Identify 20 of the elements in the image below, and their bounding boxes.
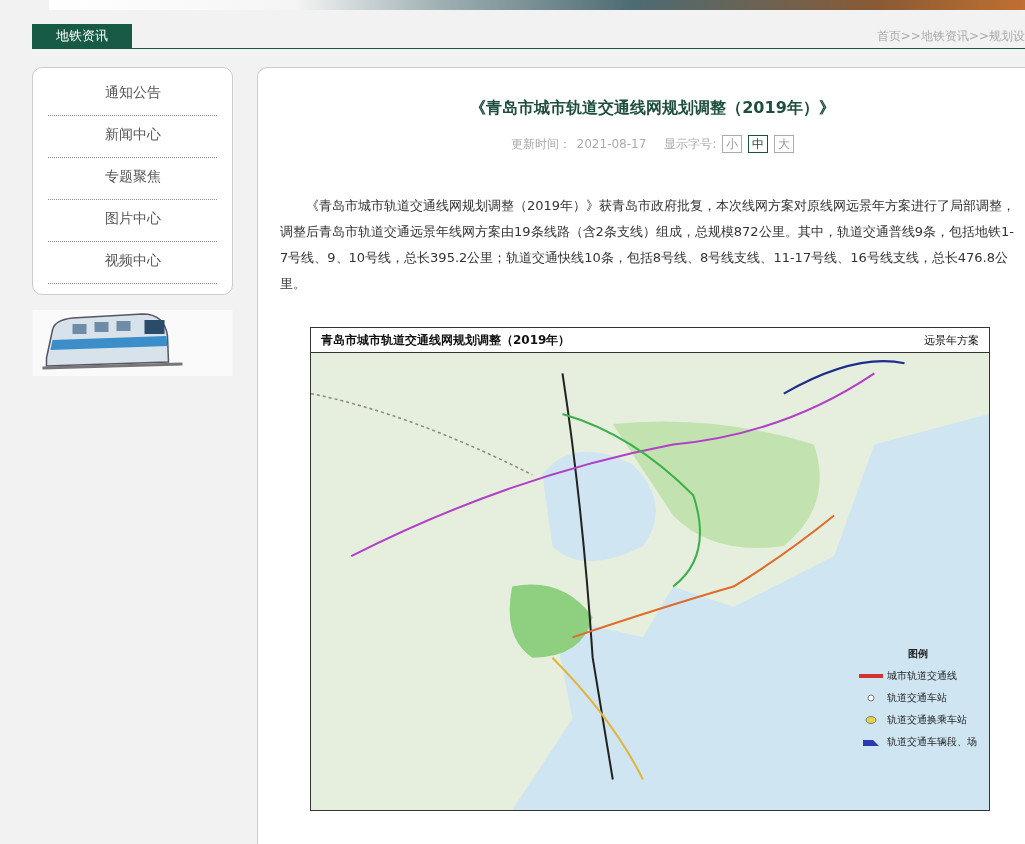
map-title: 青岛市城市轨道交通线网规划调整（2019年） [321,331,571,349]
legend-label: 城市轨道交通线 [887,669,957,683]
sidebar-item[interactable]: 新闻中心 [48,116,217,158]
legend-label: 轨道交通车辆段、场 [887,735,977,749]
legend-label: 轨道交通车站 [887,691,947,705]
font-size-label: 显示字号: [664,135,717,153]
font-size-button[interactable]: 中 [748,135,769,153]
sidebar-item[interactable]: 图片中心 [48,200,217,242]
breadcrumb: 首页>>地铁资讯>>规划设 [876,28,1025,45]
update-label: 更新时间： [510,135,571,153]
sidebar-item[interactable]: 专题聚焦 [48,158,217,200]
legend-title: 图例 [907,647,929,661]
section-tab[interactable]: 地铁资讯 [32,24,132,48]
sidebar-item[interactable]: 视频中心 [48,242,217,284]
sidebar-item[interactable]: 通知公告 [48,74,217,116]
article-title: 《青岛市城市轨道交通线网规划调整（2019年）》 [469,98,836,119]
map-subtitle: 远景年方案 [924,332,979,348]
article-paragraph: 《青岛市城市轨道交通线网规划调整（2019年）》获青岛市政府批复，本次线网方案对原线网远景年方案进行了局部调整，调整后青岛市轨道交通远景年线网方案由19条线路（含2条支线）组成，总规模872公里。其中，轨道交通普线9条，包括地铁1-7号线、9、10号线，总长395.2公里；轨道交通快线10条，包括8号线、8号线支线、11-17号线、16号线支线，总长476.8公里。 [280,197,1016,293]
legend-label: 轨道交通换乘车站 [887,713,967,727]
update-date: 2021-08-17 [576,137,647,151]
